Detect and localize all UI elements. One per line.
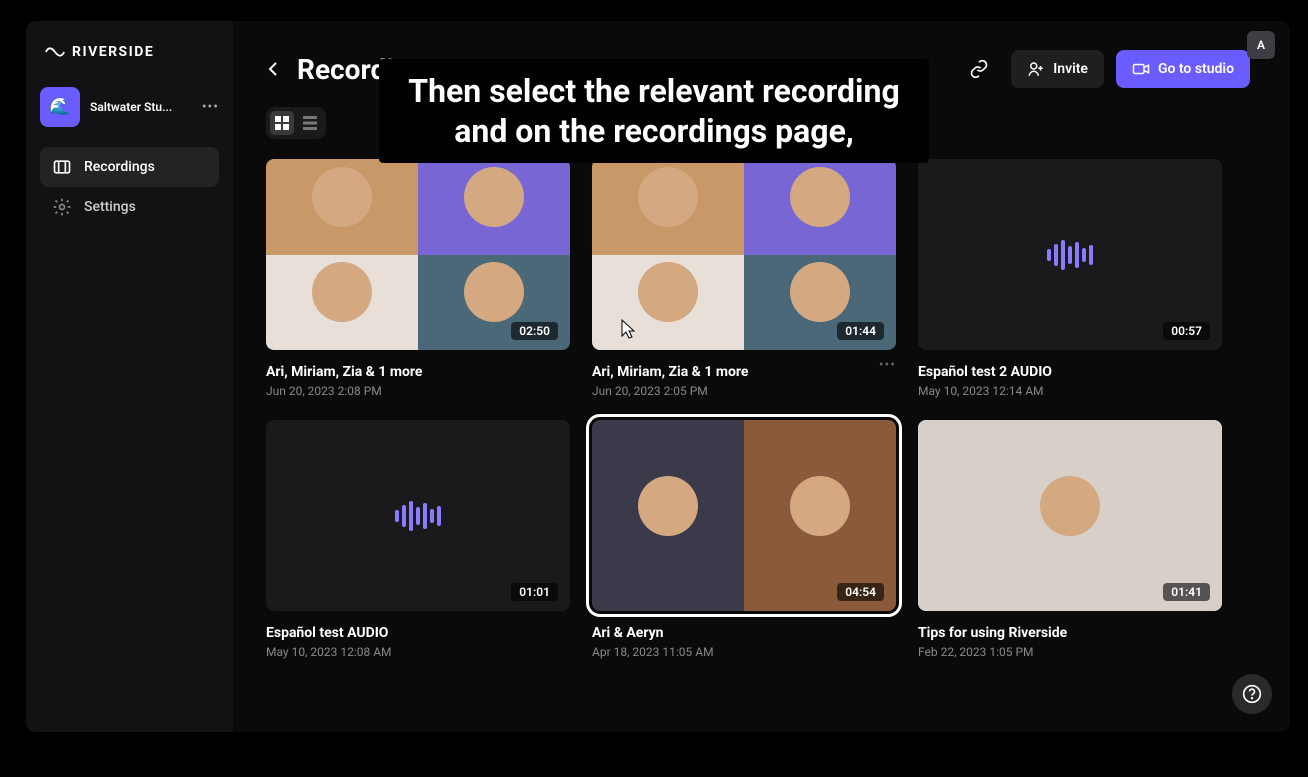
recording-date: Jun 20, 2023 2:08 PM [266,384,570,398]
link-button[interactable] [959,49,999,89]
recording-card[interactable]: 04:54 Ari & Aeryn Apr 18, 2023 11:05 AM [592,420,896,659]
recording-date: Apr 18, 2023 11:05 AM [592,645,896,659]
duration-badge: 02:50 [511,322,558,340]
recording-date: Jun 20, 2023 2:05 PM [592,384,896,398]
sidebar-item-label: Recordings [84,159,155,175]
user-avatar[interactable]: A [1247,31,1275,59]
studio-icon: 🌊 [40,87,80,127]
help-button[interactable] [1232,674,1272,714]
recording-thumbnail: 04:54 [592,420,896,611]
list-view-button[interactable] [298,111,322,135]
recording-thumbnail: 01:44 [592,159,896,350]
recording-card[interactable]: 00:57 Español test 2 AUDIO May 10, 2023 … [918,159,1222,398]
recording-date: Feb 22, 2023 1:05 PM [918,645,1222,659]
recording-thumbnail: 00:57 [918,159,1222,350]
brand-logo[interactable]: RIVERSIDE [44,41,219,63]
camera-icon [1132,60,1150,78]
sidebar-item-label: Settings [84,199,136,215]
recording-card[interactable]: 01:41 Tips for using Riverside Feb 22, 2… [918,420,1222,659]
gear-icon [52,197,72,217]
recording-card[interactable]: 02:50 Ari, Miriam, Zia & 1 more Jun 20, … [266,159,570,398]
recording-card[interactable]: 01:44 Ari, Miriam, Zia & 1 more ••• Jun … [592,159,896,398]
recordings-grid: 02:50 Ari, Miriam, Zia & 1 more Jun 20, … [233,139,1290,679]
grid-view-button[interactable] [270,111,294,135]
studio-selector[interactable]: 🌊 Saltwater Stu... ••• [40,87,219,127]
recording-title: Español test AUDIO [266,625,570,641]
help-icon [1242,684,1262,704]
sidebar-item-settings[interactable]: Settings [40,187,219,227]
recording-title: Ari, Miriam, Zia & 1 more [266,364,570,380]
studio-name: Saltwater Stu... [90,100,192,114]
recordings-icon [52,157,72,177]
sidebar-item-recordings[interactable]: Recordings [40,147,219,187]
wave-icon [44,41,66,63]
user-plus-icon [1027,60,1045,78]
recording-thumbnail: 02:50 [266,159,570,350]
view-toggle [266,107,326,139]
recording-thumbnail: 01:41 [918,420,1222,611]
sidebar: RIVERSIDE 🌊 Saltwater Stu... ••• Recordi… [26,21,233,732]
duration-badge: 01:44 [837,322,884,340]
back-button[interactable] [263,59,283,79]
recording-card[interactable]: 01:01 Español test AUDIO May 10, 2023 12… [266,420,570,659]
cursor-icon [616,317,640,341]
recording-thumbnail: 01:01 [266,420,570,611]
recording-title: Ari, Miriam, Zia & 1 more [592,364,748,380]
duration-badge: 04:54 [837,583,884,601]
duration-badge: 01:01 [511,583,558,601]
duration-badge: 00:57 [1163,322,1210,340]
audio-wave-icon [395,501,441,531]
recording-date: May 10, 2023 12:14 AM [918,384,1222,398]
recording-title: Tips for using Riverside [918,625,1222,641]
go-to-studio-button[interactable]: Go to studio [1116,50,1250,88]
recording-title: Español test 2 AUDIO [918,364,1222,380]
audio-wave-icon [1047,240,1093,270]
video-caption: Then select the relevant recording and o… [379,59,929,163]
studio-more-icon[interactable]: ••• [202,99,219,115]
brand-name: RIVERSIDE [72,44,154,60]
recording-title: Ari & Aeryn [592,625,896,641]
invite-button[interactable]: Invite [1011,50,1104,88]
recording-date: May 10, 2023 12:08 AM [266,645,570,659]
duration-badge: 01:41 [1163,583,1210,601]
card-more-icon[interactable]: ••• [879,357,896,373]
